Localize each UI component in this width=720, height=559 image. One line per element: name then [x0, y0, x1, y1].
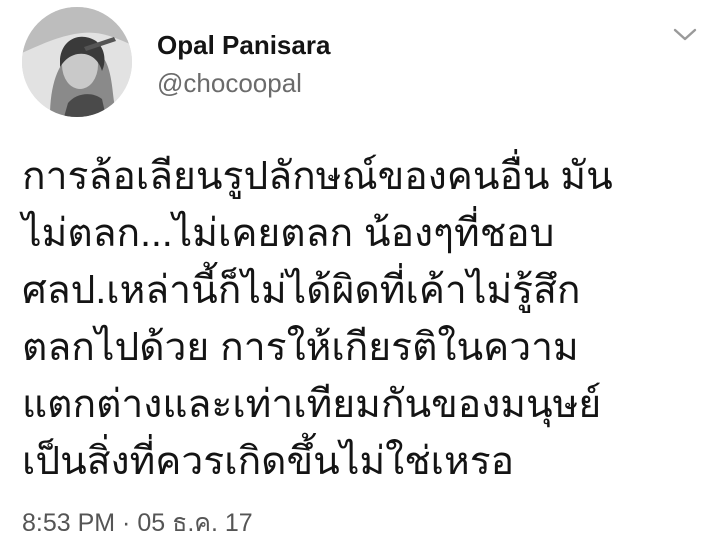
tweet-line: ศลป.เหล่านี้ก็ไม่ได้ผิดที่เค้าไม่รู้สึก	[22, 269, 581, 312]
tweet-line: ตลกไปด้วย การให้เกียรติในความ	[22, 326, 579, 369]
profile-photo-icon	[22, 7, 132, 117]
avatar[interactable]	[22, 7, 132, 117]
tweet-line: ไม่ตลก...ไม่เคยตลก น้องๆที่ชอบ	[22, 212, 555, 255]
tweet-line: เป็นสิ่งที่ควรเกิดขึ้นไม่ใช่เหรอ	[22, 440, 515, 483]
display-name[interactable]: Opal Panisara	[157, 30, 330, 61]
chevron-down-icon[interactable]	[672, 26, 698, 44]
tweet-line: แตกต่างและเท่าเทียมกันของมนุษย์	[22, 383, 602, 426]
user-handle[interactable]: @chocoopal	[157, 68, 302, 99]
tweet-line: การล้อเลียนรูปลักษณ์ของคนอื่น มัน	[22, 155, 613, 198]
tweet-timestamp[interactable]: 8:53 PM · 05 ธ.ค. 17	[22, 503, 253, 543]
tweet-text: การล้อเลียนรูปลักษณ์ของคนอื่น มัน ไม่ตลก…	[22, 148, 712, 490]
